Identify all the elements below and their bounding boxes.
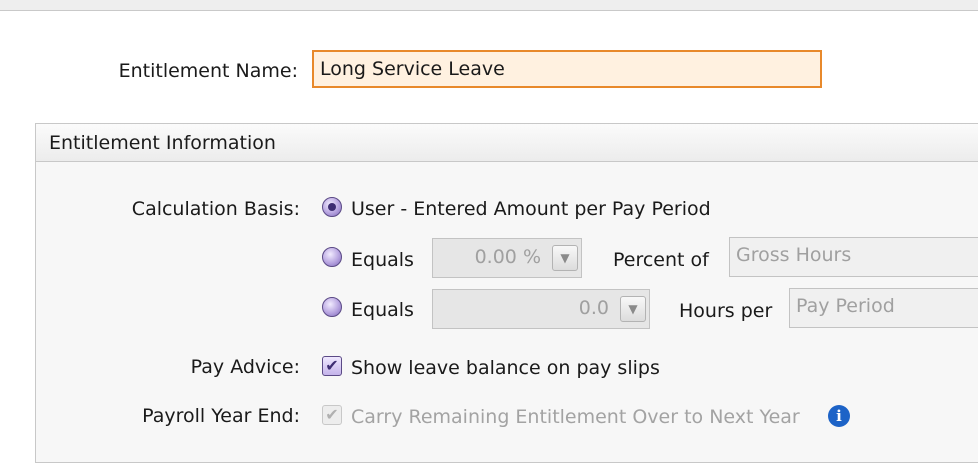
payroll-year-end-label: Payroll Year End: bbox=[142, 405, 300, 427]
checkmark-icon: ✔ bbox=[325, 356, 339, 375]
hours-per-value: Pay Period bbox=[796, 295, 895, 317]
percent-of-value: Gross Hours bbox=[736, 244, 852, 266]
chevron-down-icon[interactable]: ▼ bbox=[552, 245, 578, 271]
entitlement-name-input[interactable] bbox=[312, 50, 822, 88]
radio-equals-hours[interactable] bbox=[322, 297, 342, 317]
percent-value: 0.00 % bbox=[474, 246, 541, 268]
pay-advice-checkbox-label: Show leave balance on pay slips bbox=[351, 357, 660, 379]
radio-user-entered-label: User - Entered Amount per Pay Period bbox=[351, 198, 711, 220]
percent-of-label: Percent of bbox=[613, 249, 709, 271]
panel-title: Entitlement Information bbox=[49, 132, 276, 154]
hours-value: 0.0 bbox=[578, 297, 609, 319]
window-top-border bbox=[0, 0, 978, 11]
radio-user-entered[interactable] bbox=[322, 197, 342, 217]
hours-value-field[interactable]: 0.0 ▼ bbox=[432, 289, 650, 329]
carry-over-checkbox[interactable]: ✔ bbox=[322, 405, 342, 425]
carry-over-checkbox-label: Carry Remaining Entitlement Over to Next… bbox=[351, 406, 800, 428]
panel-header: Entitlement Information bbox=[36, 124, 978, 162]
percent-value-field[interactable]: 0.00 % ▼ bbox=[432, 238, 582, 278]
calculation-basis-label: Calculation Basis: bbox=[131, 198, 300, 220]
chevron-down-icon[interactable]: ▼ bbox=[620, 296, 646, 322]
entitlement-name-label: Entitlement Name: bbox=[118, 60, 298, 82]
percent-of-select[interactable]: Gross Hours bbox=[729, 237, 978, 277]
radio-equals-percent[interactable] bbox=[322, 247, 342, 267]
radio-equals-percent-label: Equals bbox=[351, 249, 414, 271]
hours-per-select[interactable]: Pay Period bbox=[789, 288, 978, 328]
radio-equals-hours-label: Equals bbox=[351, 299, 414, 321]
info-icon[interactable]: i bbox=[828, 405, 850, 427]
hours-per-label: Hours per bbox=[679, 300, 773, 322]
pay-advice-label: Pay Advice: bbox=[190, 356, 300, 378]
pay-advice-checkbox[interactable]: ✔ bbox=[322, 356, 342, 376]
checkmark-icon: ✔ bbox=[325, 405, 339, 424]
